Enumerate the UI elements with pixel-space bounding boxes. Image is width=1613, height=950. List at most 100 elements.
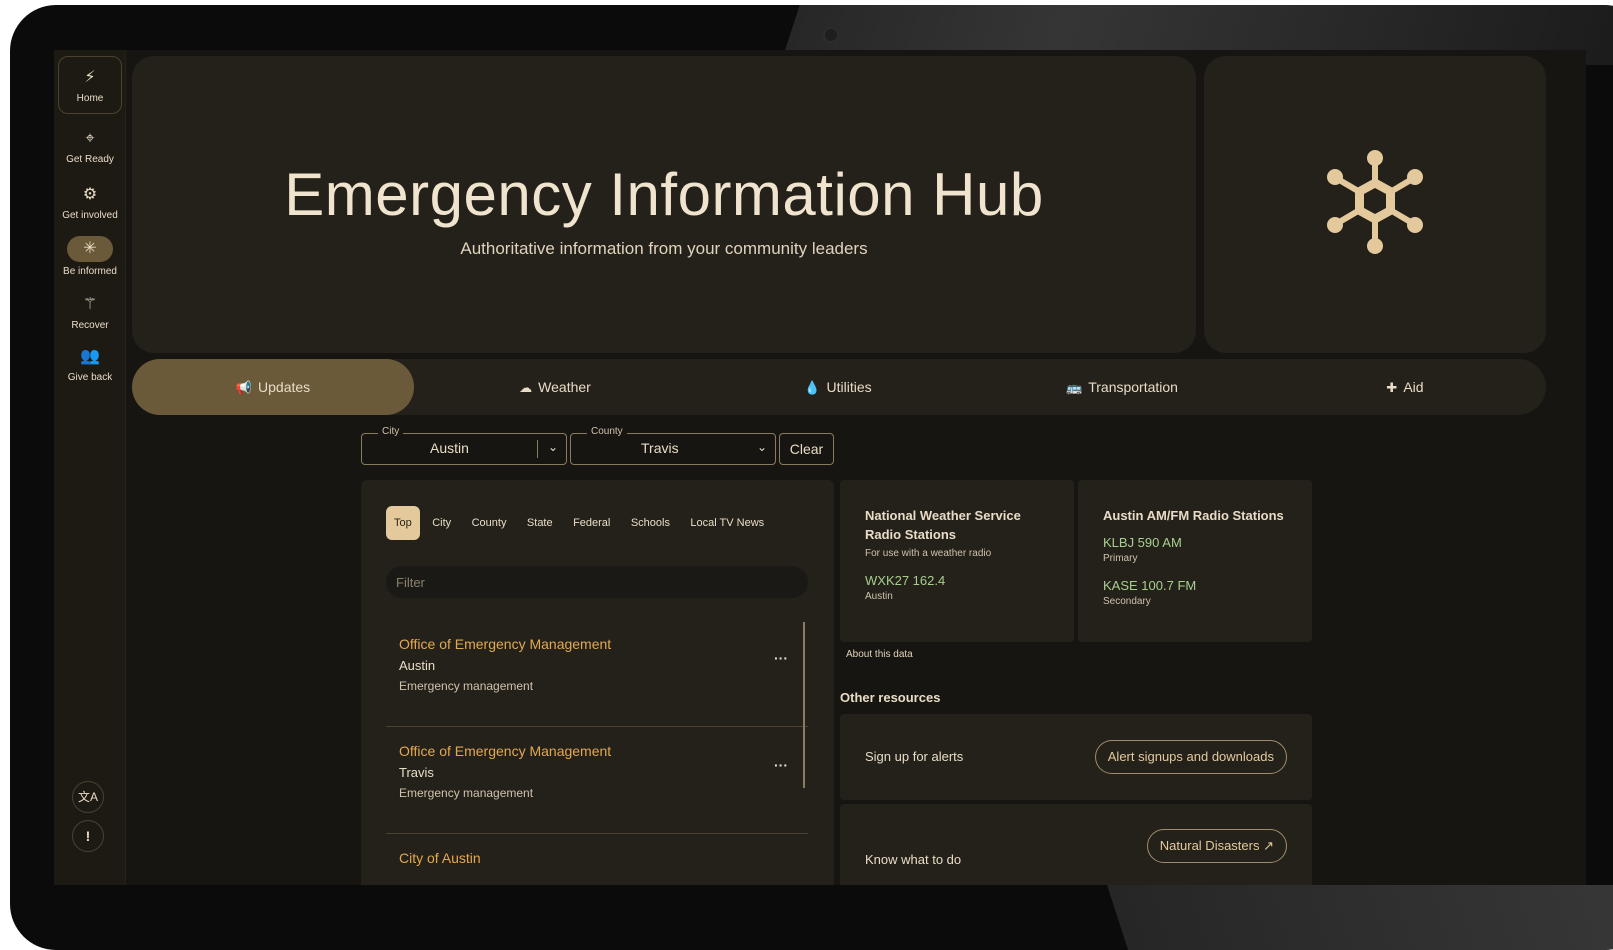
nws-radio-card: National Weather Service Radio Stations … [840, 480, 1074, 642]
org-kind: Emergency management [399, 786, 534, 800]
more-options-icon[interactable]: ··· [774, 650, 788, 666]
sidebar-item-home[interactable]: ⚡ Home [58, 56, 122, 114]
chevron-down-icon[interactable]: ⌄ [548, 440, 558, 454]
category-tabs: 📢 Updates ☁ Weather 💧 Utilities 🚌 Transporta… [132, 359, 1546, 415]
recover-icon: ⚚ [82, 296, 98, 313]
tab-label: Utilities [826, 379, 872, 395]
filter-input[interactable] [386, 566, 808, 598]
people-icon: 👥 [80, 348, 100, 365]
bus-icon: 🚌 [1066, 380, 1083, 395]
sidebar-item-label: Home [76, 93, 104, 104]
more-options-icon[interactable]: ··· [774, 757, 788, 773]
sidebar-item-get-involved[interactable]: ⚙ Get involved [58, 184, 122, 221]
clear-button[interactable]: Clear [779, 433, 834, 465]
cloud-icon: ☁ [519, 380, 533, 395]
sidebar-item-label: Get involved [62, 210, 118, 221]
chip-city[interactable]: City [424, 506, 459, 540]
alert-signups-button[interactable]: Alert signups and downloads [1094, 740, 1287, 774]
hub-logo [1204, 56, 1546, 353]
org-place: Austin [399, 658, 436, 673]
tab-utilities[interactable]: 💧 Utilities [696, 359, 980, 415]
station-item: WXK27 162.4 Austin [865, 573, 1049, 602]
org-kind: Emergency management [399, 679, 534, 693]
org-name[interactable]: Office of Emergency Management [399, 743, 795, 759]
camera [823, 27, 839, 43]
resource-row: Sign up for alerts Alert signups and dow… [840, 714, 1312, 800]
county-select[interactable]: County Travis ⌄ [570, 426, 776, 465]
org-name[interactable]: Office of Emergency Management [399, 636, 795, 652]
chip-county[interactable]: County [464, 506, 515, 540]
utilities-icon: 💧 [804, 380, 821, 395]
sidebar-item-get-ready[interactable]: ⌖ Get Ready [58, 128, 122, 165]
hero-banner: Emergency Information Hub Authoritative … [132, 56, 1196, 353]
city-value: Austin [430, 440, 469, 456]
aid-icon: ✚ [1386, 380, 1398, 395]
external-link-icon: ↗ [1259, 838, 1274, 853]
nws-title: National Weather Service Radio Stations [865, 508, 1021, 542]
page-subtitle: Authoritative information from your comm… [460, 239, 868, 258]
translate-icon[interactable]: 文A [72, 781, 104, 813]
sidebar-item-label: Recover [71, 320, 109, 331]
list-item[interactable]: City of Austin [386, 834, 808, 885]
bolt-icon: ⚡ [84, 69, 96, 86]
station-frequency: WXK27 162.4 [865, 573, 946, 588]
route-pin-icon: ⌖ [85, 130, 95, 147]
about-data-link[interactable]: About this data [846, 649, 913, 660]
sidebar-item-be-informed[interactable]: ✳ Be informed [58, 236, 122, 277]
sidebar-item-label: Be informed [63, 266, 117, 277]
tab-aid[interactable]: ✚ Aid [1264, 359, 1546, 415]
tab-label: Weather [538, 379, 591, 395]
megaphone-icon: 📢 [235, 380, 253, 395]
nws-subtitle: For use with a weather radio [865, 548, 992, 559]
org-name[interactable]: City of Austin [399, 850, 795, 866]
device-sheen-bottom [1107, 885, 1613, 950]
org-list: Office of Emergency Management Austin Em… [386, 620, 808, 885]
station-frequency: KASE 100.7 FM [1103, 578, 1197, 593]
list-item[interactable]: Office of Emergency Management Travis Em… [386, 727, 808, 834]
city-select[interactable]: City Austin ⌄ [361, 426, 567, 465]
select-divider [537, 440, 538, 458]
tab-updates[interactable]: 📢 Updates [132, 359, 414, 415]
natural-disasters-button[interactable]: Natural Disasters ↗ [1146, 829, 1287, 863]
sidebar-item-recover[interactable]: ⚚ Recover [58, 294, 122, 331]
hub-logo-icon [1327, 150, 1423, 254]
chip-federal[interactable]: Federal [565, 506, 618, 540]
hub-icon: ✳ [67, 236, 113, 262]
button-label: Natural Disasters [1159, 838, 1260, 853]
sources-panel: Top City County State Federal Schools Lo… [361, 480, 834, 885]
scrollbar[interactable] [803, 622, 805, 788]
sidebar-item-label: Get Ready [66, 154, 114, 165]
station-item: KLBJ 590 AM Primary [1103, 535, 1287, 564]
station-item: KASE 100.7 FM Secondary [1103, 578, 1287, 607]
source-chips: Top City County State Federal Schools Lo… [386, 506, 772, 540]
sidebar-item-give-back[interactable]: 👥 Give back [58, 346, 122, 383]
tab-label: Aid [1403, 379, 1424, 395]
resource-row: Know what to do Natural Disasters ↗ [840, 804, 1312, 885]
sidebar: ⚡ Home ⌖ Get Ready ⚙ Get involved ✳ Be i… [54, 50, 126, 885]
chip-top[interactable]: Top [386, 506, 420, 540]
feedback-icon[interactable]: ! [72, 820, 104, 852]
org-place: Travis [399, 765, 434, 780]
tab-transportation[interactable]: 🚌 Transportation [980, 359, 1264, 415]
station-location: Secondary [1103, 596, 1151, 607]
chevron-down-icon[interactable]: ⌄ [757, 440, 767, 454]
county-value: Travis [641, 440, 679, 456]
sidebar-item-label: Give back [67, 372, 113, 383]
county-legend: County [587, 426, 627, 437]
resource-label: Know what to do [865, 852, 962, 867]
tab-weather[interactable]: ☁ Weather [414, 359, 696, 415]
chip-state[interactable]: State [519, 506, 561, 540]
tab-label: Updates [258, 379, 311, 395]
chip-schools[interactable]: Schools [623, 506, 678, 540]
station-location: Austin [865, 591, 893, 602]
app-screen: ⚡ Home ⌖ Get Ready ⚙ Get involved ✳ Be i… [54, 50, 1586, 885]
tab-label: Transportation [1088, 379, 1178, 395]
page-title: Emergency Information Hub [284, 161, 1044, 228]
amfm-radio-card: Austin AM/FM Radio Stations KLBJ 590 AM … [1078, 480, 1312, 642]
other-resources-heading: Other resources [840, 690, 941, 705]
chip-local-tv-news[interactable]: Local TV News [682, 506, 772, 540]
list-item[interactable]: Office of Emergency Management Austin Em… [386, 620, 808, 727]
resource-label: Sign up for alerts [865, 749, 964, 764]
station-location: Primary [1103, 553, 1138, 564]
gear-icon: ⚙ [82, 186, 98, 203]
